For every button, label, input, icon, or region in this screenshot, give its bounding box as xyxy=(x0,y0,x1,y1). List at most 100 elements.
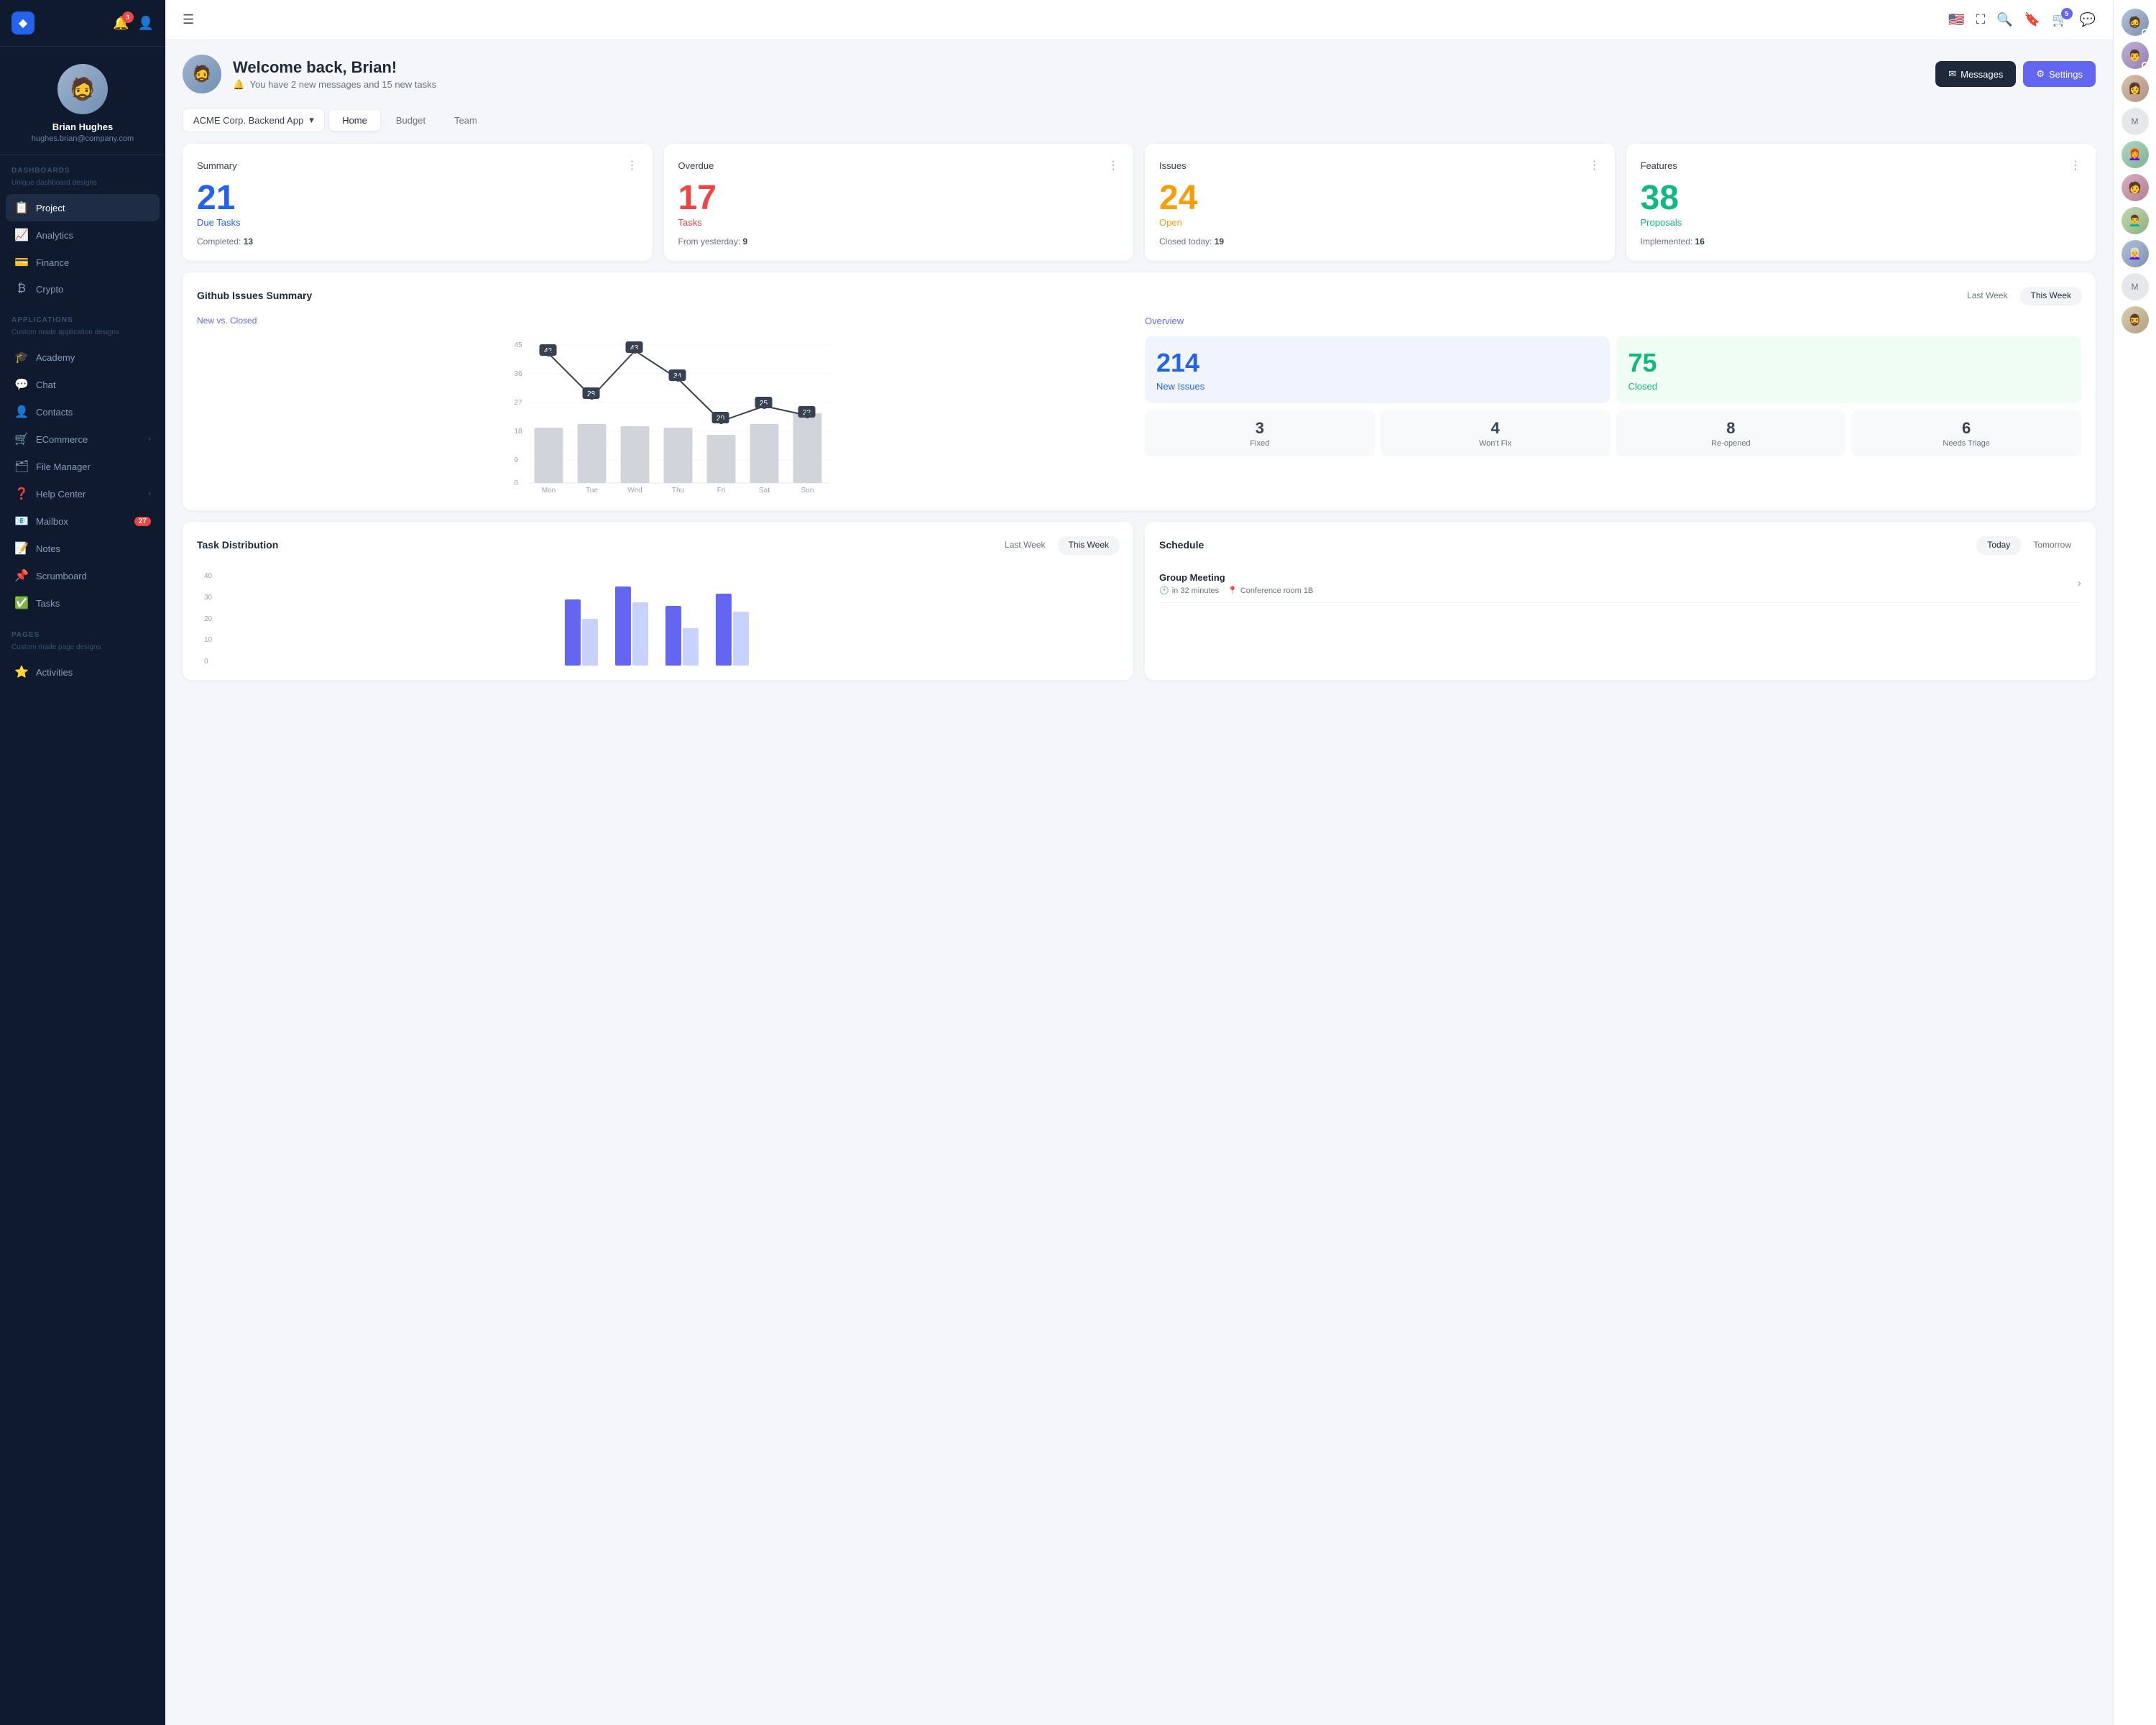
rs-avatar-8[interactable]: 👩‍🦳 xyxy=(2122,240,2149,267)
overview-panel: Overview 214 New Issues 75 Closed xyxy=(1145,316,2081,496)
gear-icon: ⚙ xyxy=(2036,68,2045,80)
messages-icon[interactable]: 💬 xyxy=(2080,12,2096,27)
task-this-week-button[interactable]: This Week xyxy=(1059,536,1119,553)
stat-label: Tasks xyxy=(678,217,1120,228)
sidebar-item-label: Activities xyxy=(36,667,73,678)
sidebar-item-activities[interactable]: ⭐ Activities xyxy=(6,658,160,686)
nav-section-label-dashboards: DASHBOARDS xyxy=(6,167,160,179)
sidebar-item-crypto[interactable]: ₿ Crypto xyxy=(6,276,160,302)
sidebar-item-scrumboard[interactable]: 📌 Scrumboard xyxy=(6,562,160,589)
sidebar-item-label: Notes xyxy=(36,543,60,554)
sidebar-item-filemanager[interactable]: 🗂 File Manager xyxy=(6,453,160,480)
sidebar-item-mailbox[interactable]: 📧 Mailbox 27 xyxy=(6,507,160,535)
topbar-left: ☰ xyxy=(183,12,194,27)
needs-triage-stat: 6 Needs Triage xyxy=(1851,410,2081,456)
closed-label: Closed xyxy=(1628,381,2070,392)
project-label: ACME Corp. Backend App xyxy=(193,115,303,126)
wont-fix-number: 4 xyxy=(1386,419,1605,438)
notifications-icon[interactable]: 🔔 3 xyxy=(113,16,129,31)
last-week-button[interactable]: Last Week xyxy=(1957,287,2017,304)
rs-avatar-6[interactable]: 🧑 xyxy=(2122,174,2149,201)
y-axis: 40 30 20 10 0 xyxy=(204,572,216,666)
stat-card-title: Overdue xyxy=(678,160,714,171)
rs-avatar-7[interactable]: 👨‍🦱 xyxy=(2122,207,2149,234)
stat-card-title: Issues xyxy=(1159,160,1187,171)
github-card-header: Github Issues Summary Last Week This Wee… xyxy=(197,287,2081,304)
crypto-icon: ₿ xyxy=(14,282,29,295)
rs-avatar-4[interactable]: M xyxy=(2122,108,2149,135)
search-icon[interactable]: 🔍 xyxy=(1996,12,2012,27)
rs-avatar-1[interactable]: 🧔 xyxy=(2122,9,2149,36)
tomorrow-button[interactable]: Tomorrow xyxy=(2023,536,2081,553)
stat-sub: Completed: 13 xyxy=(197,236,638,247)
sidebar-item-helpcenter[interactable]: ❓ Help Center › xyxy=(6,480,160,507)
hamburger-icon[interactable]: ☰ xyxy=(183,12,194,27)
tab-home[interactable]: Home xyxy=(329,110,380,131)
right-sidebar: 🧔 👨 👩 M 👩‍🦰 🧑 👨‍🦱 👩‍🦳 M 🧔‍♂️ xyxy=(2113,0,2156,1725)
task-dist-svg xyxy=(219,572,1112,666)
user-menu-icon[interactable]: 👤 xyxy=(138,16,154,31)
ellipsis-icon[interactable]: ⋮ xyxy=(1589,158,1600,172)
flag-icon[interactable]: 🇺🇸 xyxy=(1948,12,1964,27)
chevron-right-icon: › xyxy=(148,435,151,443)
fullscreen-icon[interactable]: ⛶ xyxy=(1976,12,1986,27)
sidebar-item-ecommerce[interactable]: 🛒 ECommerce › xyxy=(6,426,160,453)
stat-number: 21 xyxy=(197,181,638,216)
envelope-icon: ✉ xyxy=(1948,68,1956,80)
sidebar-item-label: Finance xyxy=(36,257,69,268)
messages-button[interactable]: ✉ Messages xyxy=(1935,61,2016,87)
sidebar-item-tasks[interactable]: ✅ Tasks xyxy=(6,589,160,617)
location-icon: 📍 xyxy=(1227,586,1238,595)
stat-sub: Closed today: 19 xyxy=(1159,236,1600,247)
sidebar-item-label: Tasks xyxy=(36,598,60,609)
project-selector[interactable]: ACME Corp. Backend App ▾ xyxy=(183,108,325,132)
sidebar-item-contacts[interactable]: 👤 Contacts xyxy=(6,398,160,426)
activities-icon: ⭐ xyxy=(14,665,29,679)
sidebar-header-icons: 🔔 3 👤 xyxy=(113,16,154,31)
new-issues-label: New Issues xyxy=(1156,381,1598,392)
ellipsis-icon[interactable]: ⋮ xyxy=(1107,158,1119,172)
bookmark-icon[interactable]: 🔖 xyxy=(2024,12,2040,27)
bottom-row: Task Distribution Last Week This Week 40… xyxy=(183,522,2096,680)
y-label-0: 0 xyxy=(204,658,212,666)
rs-avatar-5[interactable]: 👩‍🦰 xyxy=(2122,141,2149,168)
fixed-number: 3 xyxy=(1151,419,1369,438)
notes-icon: 📝 xyxy=(14,541,29,556)
sidebar-item-label: Analytics xyxy=(36,230,73,241)
stat-sub: Implemented: 16 xyxy=(1641,236,2082,247)
sidebar-item-label: Chat xyxy=(36,380,55,390)
rs-avatar-2[interactable]: 👨 xyxy=(2122,42,2149,69)
tab-team[interactable]: Team xyxy=(441,110,490,131)
chevron-right-icon: › xyxy=(148,489,151,498)
task-last-week-button[interactable]: Last Week xyxy=(995,536,1055,553)
welcome-header: 🧔 Welcome back, Brian! 🔔 You have 2 new … xyxy=(183,55,2096,93)
rs-avatar-9[interactable]: M xyxy=(2122,273,2149,300)
settings-button[interactable]: ⚙ Settings xyxy=(2023,61,2096,87)
task-bar-chart: 40 30 20 10 0 xyxy=(197,565,1119,666)
closed-number: 75 xyxy=(1628,348,2070,378)
app-logo: ◆ xyxy=(11,12,34,34)
sidebar-item-finance[interactable]: 💳 Finance xyxy=(6,249,160,276)
stat-card-header: Overdue ⋮ xyxy=(678,158,1120,172)
sidebar-item-academy[interactable]: 🎓 Academy xyxy=(6,344,160,371)
chevron-right-icon[interactable]: › xyxy=(2078,577,2081,590)
this-week-button[interactable]: This Week xyxy=(2021,287,2081,304)
finance-icon: 💳 xyxy=(14,255,29,270)
sidebar-item-notes[interactable]: 📝 Notes xyxy=(6,535,160,562)
notification-badge: 3 xyxy=(122,12,134,23)
cart-icon[interactable]: 🛒 5 xyxy=(2052,12,2068,27)
ellipsis-icon[interactable]: ⋮ xyxy=(627,158,638,172)
today-button[interactable]: Today xyxy=(1977,536,2020,553)
task-dist-header: Task Distribution Last Week This Week xyxy=(197,536,1119,553)
sidebar-item-chat[interactable]: 💬 Chat xyxy=(6,371,160,398)
welcome-title: Welcome back, Brian! xyxy=(233,58,439,77)
tab-budget[interactable]: Budget xyxy=(383,110,438,131)
ellipsis-icon[interactable]: ⋮ xyxy=(2070,158,2081,172)
rs-avatar-10[interactable]: 🧔‍♂️ xyxy=(2122,306,2149,334)
bell-icon: 🔔 xyxy=(233,79,244,90)
github-chart-area: New vs. Closed 45 36 27 18 9 0 xyxy=(197,316,1133,496)
task-distribution-card: Task Distribution Last Week This Week 40… xyxy=(183,522,1133,680)
sidebar-item-analytics[interactable]: 📈 Analytics xyxy=(6,221,160,249)
sidebar-item-project[interactable]: 📋 Project xyxy=(6,194,160,221)
rs-avatar-3[interactable]: 👩 xyxy=(2122,75,2149,102)
